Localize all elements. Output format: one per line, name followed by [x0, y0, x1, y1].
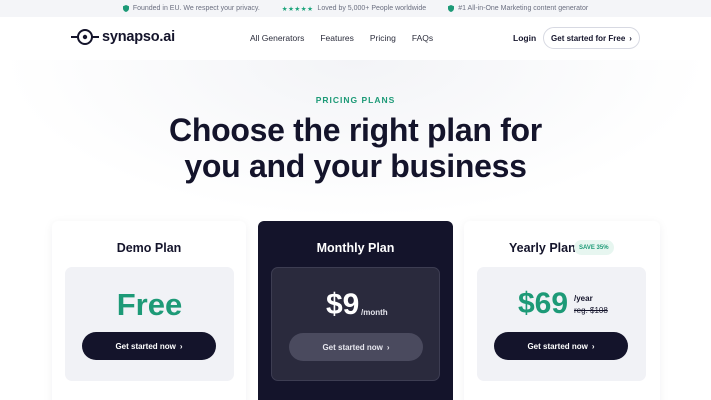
yearly-get-started-button[interactable]: Get started now › [494, 332, 628, 360]
main-nav: All Generators Features Pricing FAQs [250, 33, 433, 43]
shield-icon [448, 5, 455, 12]
chevron-right-icon: › [179, 341, 183, 351]
plan-price: $9 [326, 288, 360, 321]
headline-line-1: Choose the right plan for [169, 112, 542, 148]
rating-stars-icon: ★★★★★ [281, 5, 314, 13]
logo-text: synapso.ai [102, 29, 175, 45]
demo-get-started-button[interactable]: Get started now › [82, 332, 216, 360]
topbar-founded: Founded in EU. We respect your privacy. [122, 5, 260, 12]
announcement-bar: Founded in EU. We respect your privacy. … [0, 0, 711, 17]
get-started-free-label: Get started for Free [551, 33, 626, 43]
chevron-right-icon: › [386, 342, 390, 352]
topbar-rank-text: #1 All-in-One Marketing content generato… [458, 5, 589, 12]
logo[interactable]: synapso.ai [71, 27, 175, 47]
topbar-loved-text: Loved by 5,000+ People worldwide [317, 5, 427, 12]
plan-card-yearly: Yearly Plan $69 /year reg. $108 Get star… [464, 221, 660, 400]
chevron-right-icon: › [629, 33, 632, 43]
plan-price: $69 [518, 287, 569, 320]
nav-pricing[interactable]: Pricing [370, 33, 396, 43]
button-label: Get started now [322, 342, 383, 352]
plan-title: Yearly Plan [509, 241, 576, 255]
monthly-get-started-button[interactable]: Get started now › [289, 333, 423, 361]
save-badge: SAVE 35% [574, 240, 614, 255]
shield-icon [122, 5, 129, 12]
button-label: Get started now [527, 341, 588, 351]
topbar-founded-text: Founded in EU. We respect your privacy. [132, 5, 260, 12]
plan-card-monthly: Monthly Plan $9 /month Get started now › [258, 221, 453, 400]
pricing-eyebrow: PRICING PLANS [315, 95, 396, 105]
plan-period: /year [574, 294, 593, 303]
topbar-rank: #1 All-in-One Marketing content generato… [448, 5, 588, 12]
plan-title: Demo Plan [116, 241, 182, 255]
plan-period: /month [361, 308, 388, 317]
plan-price: Free [116, 287, 183, 322]
regular-price: reg. $108 [574, 306, 608, 315]
plan-price-panel: $9 /month Get started now › [271, 267, 440, 381]
headline-line-2: you and your business [184, 148, 527, 184]
plan-price-panel: $69 /year reg. $108 Get started now › [477, 267, 646, 381]
topbar-rating: ★★★★★ Loved by 5,000+ People worldwide [282, 5, 426, 13]
plan-price-panel: Free Get started now › [65, 267, 234, 381]
plan-title: Monthly Plan [316, 241, 395, 255]
button-label: Get started now [115, 341, 176, 351]
chevron-right-icon: › [591, 341, 595, 351]
nav-faqs[interactable]: FAQs [412, 33, 433, 43]
get-started-free-button[interactable]: Get started for Free › [543, 27, 640, 49]
page-title: Choose the right plan for you and your b… [0, 112, 711, 184]
nav-all-generators[interactable]: All Generators [250, 33, 304, 43]
nav-features[interactable]: Features [320, 33, 354, 43]
synapso-logo-icon [71, 29, 99, 45]
plan-card-demo: Demo Plan Free Get started now › [52, 221, 246, 400]
login-link[interactable]: Login [513, 33, 536, 43]
site-header: synapso.ai All Generators Features Prici… [0, 17, 711, 60]
